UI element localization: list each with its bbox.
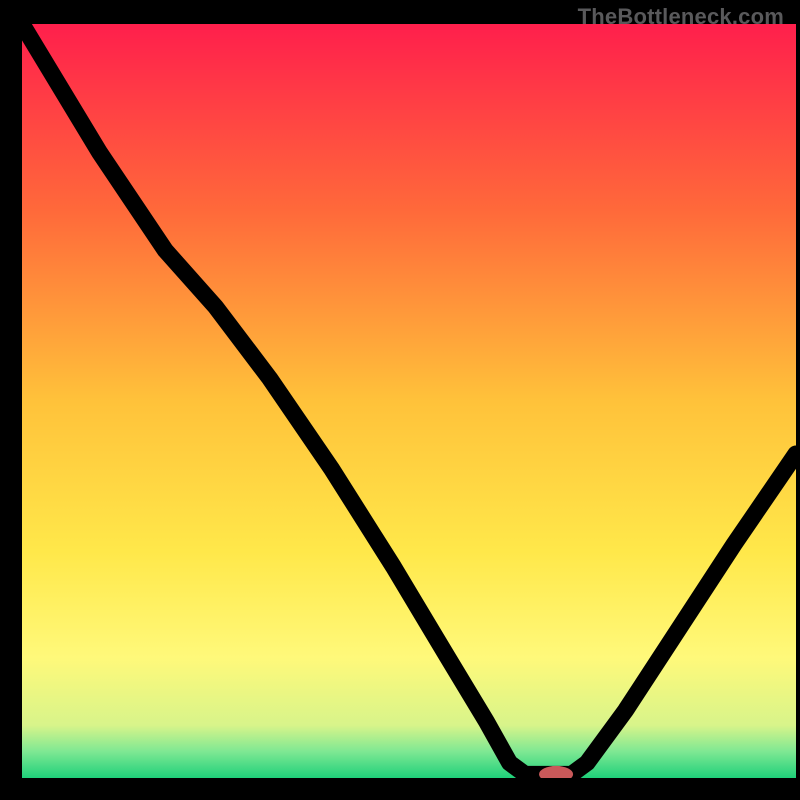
chart-container: TheBottleneck.com bbox=[0, 0, 800, 800]
gradient-background bbox=[22, 24, 796, 778]
plot-svg bbox=[22, 24, 796, 778]
plot-area bbox=[22, 24, 796, 778]
